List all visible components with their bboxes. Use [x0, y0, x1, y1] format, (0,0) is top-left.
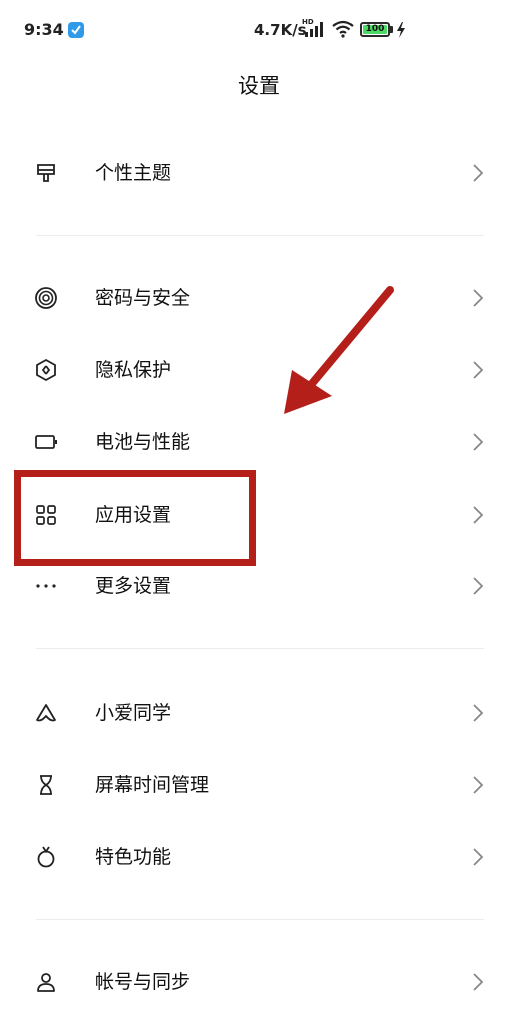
chevron-right-icon [473, 973, 484, 991]
account-icon [37, 973, 55, 992]
chevron-right-icon [473, 289, 484, 307]
settings-item-label: 特色功能 [95, 846, 172, 868]
feature-icon [37, 846, 55, 868]
settings-item-theme[interactable]: 个性主题 [0, 143, 518, 203]
theme-icon [37, 164, 55, 182]
settings-item-special-features[interactable]: 特色功能 [0, 827, 518, 887]
divider [36, 919, 484, 920]
annotation-arrow-icon [284, 286, 394, 414]
chevron-right-icon [473, 848, 484, 866]
status-bar: 9:34 4.7K/s HD 100 [0, 0, 518, 60]
settings-item-password-security[interactable]: 密码与安全 [0, 268, 518, 328]
chevron-right-icon [473, 577, 484, 595]
divider [36, 235, 484, 236]
app-notification-icon [68, 22, 84, 38]
settings-item-privacy[interactable]: 隐私保护 [0, 340, 518, 400]
more-icon [36, 584, 56, 588]
battery-cap [390, 26, 393, 33]
charging-icon [397, 22, 405, 38]
chevron-right-icon [473, 361, 484, 379]
settings-item-screen-time[interactable]: 屏幕时间管理 [0, 755, 518, 815]
page-title: 设置 [238, 74, 280, 98]
battery-level: 100 [363, 25, 387, 34]
highlight-box [14, 470, 256, 566]
status-time: 9:34 [24, 20, 64, 39]
settings-item-xiaoai[interactable]: 小爱同学 [0, 683, 518, 743]
settings-item-label: 帐号与同步 [95, 971, 191, 993]
battery-icon [35, 435, 57, 449]
network-speed: 4.7K/s [254, 21, 307, 39]
privacy-icon [36, 358, 56, 382]
settings-item-label: 隐私保护 [95, 359, 172, 381]
divider [36, 648, 484, 649]
signal-icon [305, 22, 323, 37]
chevron-right-icon [473, 776, 484, 794]
settings-item-label: 密码与安全 [95, 287, 191, 309]
chevron-right-icon [473, 704, 484, 722]
chevron-right-icon [473, 164, 484, 182]
hourglass-icon [40, 775, 52, 795]
settings-item-account-sync[interactable]: 帐号与同步 [0, 952, 518, 1012]
wifi-icon [332, 20, 354, 38]
settings-item-label: 小爱同学 [95, 702, 172, 724]
settings-item-label: 屏幕时间管理 [95, 774, 210, 796]
settings-item-label: 个性主题 [95, 162, 172, 184]
chevron-right-icon [473, 433, 484, 451]
battery-indicator: 100 [360, 22, 390, 37]
fingerprint-icon [35, 287, 57, 309]
chevron-right-icon [473, 506, 484, 524]
xiaoai-icon [36, 704, 56, 722]
settings-item-label: 电池与性能 [95, 431, 191, 453]
settings-item-battery-performance[interactable]: 电池与性能 [0, 412, 518, 472]
